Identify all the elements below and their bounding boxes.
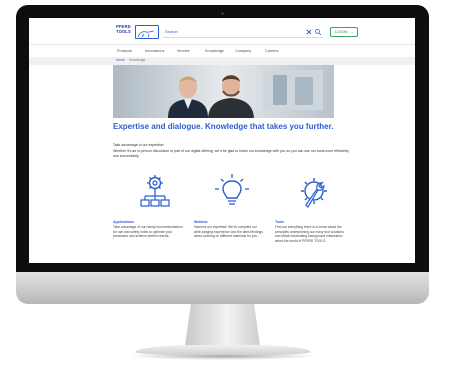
feature-tools-text: Find out everything there is to know abo… xyxy=(275,225,344,243)
breadcrumb-home[interactable]: Home xyxy=(116,58,125,63)
login-label: LOGIN xyxy=(335,29,348,34)
monitor-stand xyxy=(185,303,260,346)
search-placeholder: Search xyxy=(165,29,178,34)
logo-emblem xyxy=(135,25,159,39)
intro-lead: Take advantage of our expertise! xyxy=(113,143,164,147)
nav-item-service[interactable]: Service xyxy=(177,49,190,54)
logo-wordmark: PFERD TOOLS xyxy=(116,24,131,34)
hero-photo-two-men xyxy=(113,65,334,118)
nav-item-knowledge[interactable]: Knowledge xyxy=(205,49,224,54)
hero-image xyxy=(113,65,334,118)
horse-logo-icon xyxy=(137,30,155,38)
camera-icon xyxy=(221,12,224,15)
breadcrumb-current: Knowledge xyxy=(129,58,146,62)
page-headline: Expertise and dialogue. Knowledge that t… xyxy=(113,122,334,131)
login-button[interactable]: LOGIN → xyxy=(330,27,358,37)
intro-text: Whether it's an in-person discussion or … xyxy=(113,149,349,158)
breadcrumb: Home Knowledge xyxy=(29,57,415,65)
search-input[interactable]: Search xyxy=(163,29,323,38)
nav-item-innovations[interactable]: Innovations xyxy=(145,49,164,54)
nav-item-careers[interactable]: Careers xyxy=(265,49,279,54)
close-icon[interactable] xyxy=(305,28,313,36)
gear-network-icon xyxy=(140,175,170,207)
lightbulb-icon xyxy=(215,174,249,205)
nav-item-products[interactable]: Products xyxy=(117,49,132,54)
site-logo[interactable]: PFERD TOOLS xyxy=(116,24,159,39)
feature-webinar-text: Harness our expertise! We've compiled ou… xyxy=(194,225,263,239)
search-icon[interactable] xyxy=(314,28,322,36)
wrench-gear-icon xyxy=(301,178,327,208)
nav-item-company[interactable]: Company xyxy=(235,49,251,54)
monitor-base xyxy=(135,345,311,355)
site-header: PFERD TOOLS Search LOGIN → xyxy=(29,18,415,45)
arrow-right-icon: → xyxy=(350,29,354,34)
website-screen: PFERD TOOLS Search LOGIN → Products Inno… xyxy=(29,18,415,263)
feature-applications-text: Take advantage of our handy recommendati… xyxy=(113,225,183,239)
